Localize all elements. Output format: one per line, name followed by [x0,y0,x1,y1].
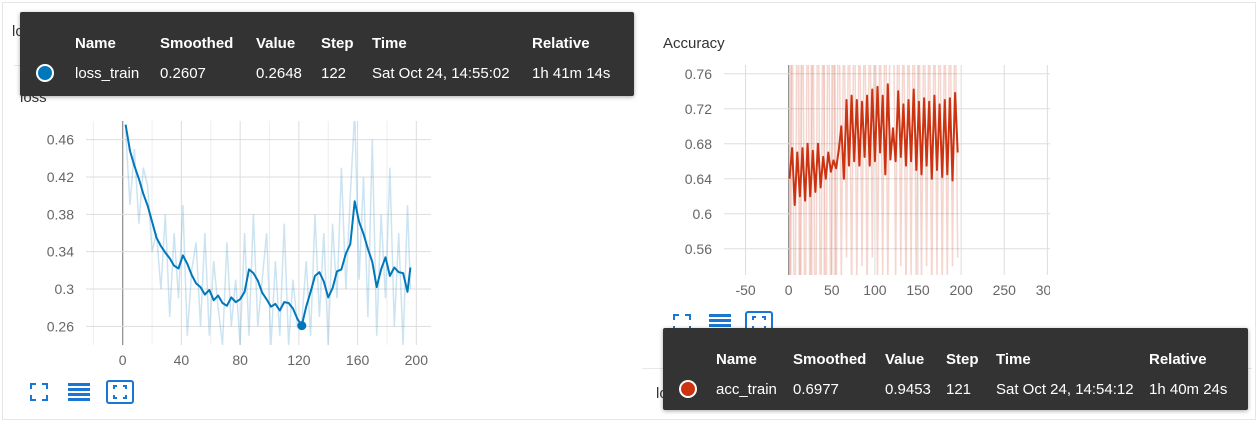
tooltip-header-step: Step [321,35,354,52]
y-tick-label: 0.3 [55,281,75,297]
tooltip-smoothed: 0.2607 [160,64,206,82]
plot-area [124,121,412,345]
y-tick-label: 0.42 [47,169,74,185]
tooltip-value: 0.2648 [256,64,302,82]
tooltip-smoothed: 0.6977 [793,380,839,398]
x-tick-label: 200 [949,282,973,298]
y-tick-label: 0.76 [685,66,712,82]
x-tick-label: 120 [287,352,311,368]
y-tick-label: 0.38 [47,206,74,222]
tooltip-header-value: Value [885,351,925,368]
raw-series-line [124,121,412,345]
accuracy-chart[interactable]: 0.56 0.6 0.64 0.68 0.72 0.76 -50 0 50 100 150 200 25… [630,55,1050,305]
accuracy-tooltip: Name Smoothed Value Step Time Relative a… [663,328,1248,410]
tooltip-header-relative: Relative [1149,351,1207,368]
x-tick-label: 40 [174,352,190,368]
x-tick-label: 80 [232,352,248,368]
x-tick-label: 300 [1036,282,1050,298]
y-tick-label: 0.6 [693,206,713,222]
loss-chart[interactable]: 0.26 0.3 0.34 0.38 0.42 0.46 0 40 80 120 160 200 [0,110,440,370]
tooltip-header-name: Name [75,35,116,52]
tooltip-header-time: Time [372,35,407,52]
plot-area [788,65,959,275]
tooltip-series-name: acc_train [716,380,777,398]
y-tick-label: 0.26 [47,318,74,334]
tooltip-relative: 1h 41m 14s [532,64,611,82]
tooltip-step: 122 [321,64,347,82]
fullscreen-button[interactable] [30,383,48,401]
card-title: Accuracy [663,35,725,52]
tooltip-header-smoothed: Smoothed [160,35,234,52]
tooltip-row: loss_train 0.2607 0.2648 122 Sat Oct 24,… [36,59,610,87]
tooltip-header-name: Name [716,351,757,368]
x-tick-label: 0 [785,282,793,298]
series-color-dot [36,64,54,83]
y-tick-label: 0.46 [47,132,74,148]
x-tick-label: 250 [993,282,1017,298]
tooltip-relative: 1h 40m 24s [1149,380,1228,398]
y-tick-label: 0.64 [685,171,712,187]
loss-tooltip: Name Smoothed Value Step Time Relative l… [20,12,634,96]
tooltip-value: 0.9453 [885,380,931,398]
hover-point [297,321,307,331]
x-tick-label: -50 [735,282,755,298]
tooltip-header-value: Value [256,35,296,52]
data-selection-button[interactable] [68,382,90,402]
tooltip-time: Sat Oct 24, 14:55:02 [372,64,510,82]
tooltip-step: 121 [946,380,972,398]
tooltip-header-time: Time [996,351,1031,368]
y-tick-label: 0.56 [685,241,712,257]
fit-domain-icon [106,380,134,404]
series-color-dot [679,380,697,399]
x-tick-label: 150 [906,282,930,298]
fit-domain-button[interactable] [106,380,134,404]
tooltip-time: Sat Oct 24, 14:54:12 [996,380,1134,398]
tooltip-series-name: loss_train [75,64,140,82]
fullscreen-icon [30,383,48,401]
tooltip-header-relative: Relative [532,35,590,52]
x-tick-label: 200 [405,352,429,368]
y-tick-label: 0.68 [685,136,712,152]
y-tick-label: 0.34 [47,244,74,260]
tooltip-row: acc_train 0.6977 0.9453 121 Sat Oct 24, … [679,375,1227,403]
x-tick-label: 160 [346,352,370,368]
x-tick-label: 100 [863,282,887,298]
x-tick-label: 50 [824,282,840,298]
tooltip-header-step: Step [946,351,979,368]
tooltip-header-smoothed: Smoothed [793,351,867,368]
data-selection-icon [68,383,90,401]
x-tick-label: 0 [119,352,127,368]
y-tick-label: 0.72 [685,101,712,117]
